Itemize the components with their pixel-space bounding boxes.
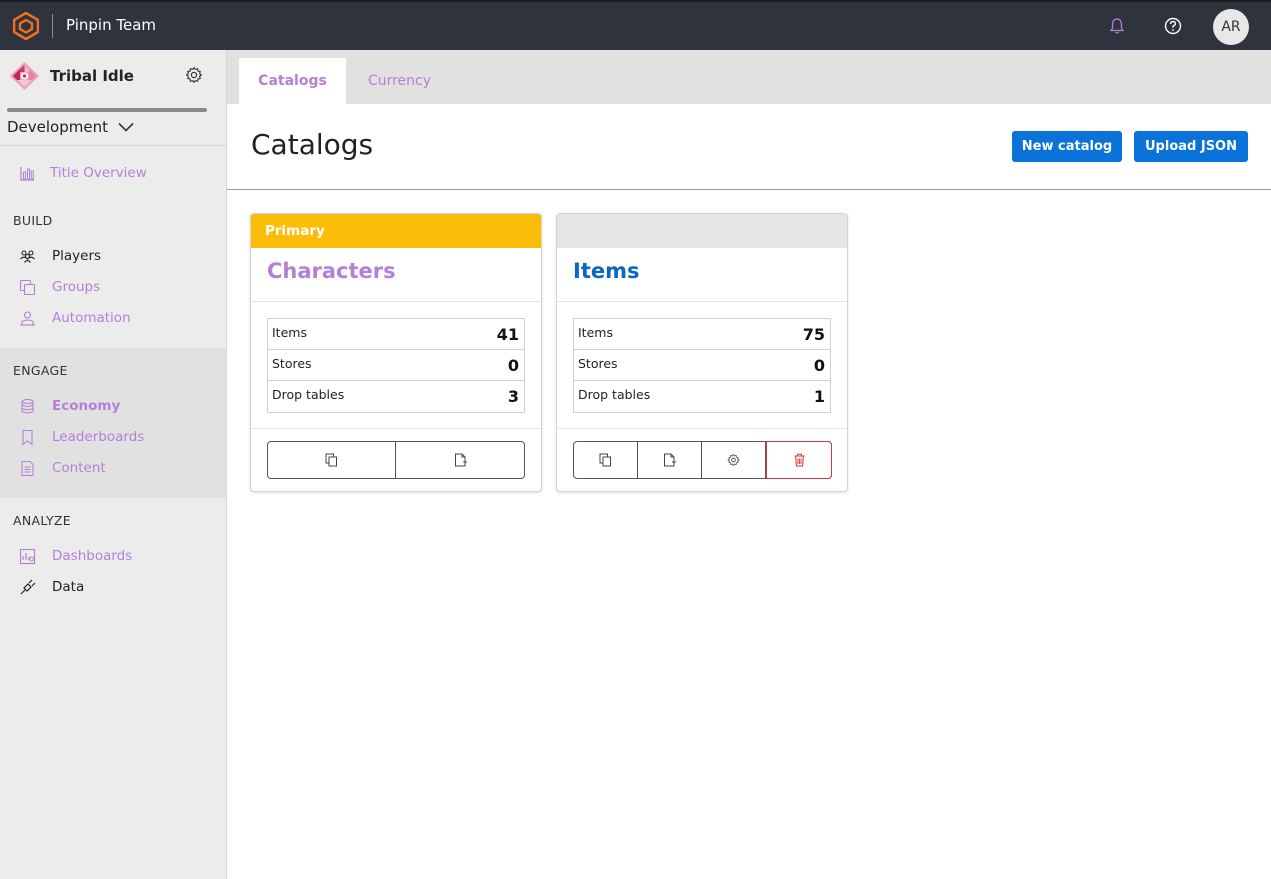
trash-icon bbox=[794, 453, 804, 467]
tab-currency[interactable]: Currency bbox=[346, 58, 453, 104]
sidebar-item-automation[interactable]: Automation bbox=[0, 304, 226, 332]
sidebar-item-label: Leaderboards bbox=[52, 429, 145, 445]
help-icon[interactable] bbox=[1163, 16, 1183, 36]
sidebar-item-label: Groups bbox=[52, 279, 101, 295]
settings-button[interactable] bbox=[702, 442, 766, 478]
stat-value: 0 bbox=[507, 356, 519, 375]
page-title: Catalogs bbox=[251, 128, 374, 161]
sidebar-item-label: Title Overview bbox=[50, 165, 147, 181]
file-export-icon bbox=[454, 453, 467, 467]
database-icon bbox=[21, 398, 34, 414]
card-divider bbox=[251, 428, 541, 429]
copy-button[interactable] bbox=[268, 442, 396, 478]
section-analyze: ANALYZE bbox=[13, 513, 71, 528]
sidebar-item-leaderboards[interactable]: Leaderboards bbox=[0, 423, 226, 451]
stat-row: Stores 0 bbox=[574, 350, 830, 381]
copy-button[interactable] bbox=[574, 442, 638, 478]
file-export-icon bbox=[664, 453, 676, 467]
stat-value: 41 bbox=[496, 325, 519, 344]
copy-icon bbox=[599, 453, 611, 467]
team-name[interactable]: Pinpin Team bbox=[66, 16, 156, 34]
stat-row: Drop tables 3 bbox=[268, 381, 524, 412]
gear-icon bbox=[727, 454, 740, 466]
playfab-logo-icon[interactable] bbox=[13, 12, 39, 40]
bookmark-icon bbox=[22, 429, 33, 446]
game-title: Tribal Idle bbox=[50, 67, 134, 85]
document-icon bbox=[21, 460, 34, 476]
bar-chart-icon bbox=[20, 166, 34, 181]
gear-icon[interactable] bbox=[185, 66, 203, 84]
card-divider bbox=[557, 301, 847, 302]
stat-row: Stores 0 bbox=[268, 350, 524, 381]
sidebar-item-label: Data bbox=[52, 579, 85, 595]
card-actions bbox=[267, 441, 525, 479]
card-divider bbox=[251, 301, 541, 302]
badge-label: Primary bbox=[265, 223, 325, 239]
sidebar-item-label: Content bbox=[52, 460, 106, 476]
topbar-divider bbox=[52, 14, 53, 38]
sidebar-item-groups[interactable]: Groups bbox=[0, 273, 226, 301]
sidebar-divider bbox=[0, 145, 226, 146]
automation-icon bbox=[20, 310, 35, 326]
bell-icon[interactable] bbox=[1108, 17, 1126, 35]
section-engage: ENGAGE bbox=[13, 363, 68, 378]
stat-label: Items bbox=[578, 325, 613, 340]
dashboard-icon bbox=[19, 548, 36, 564]
catalog-card[interactable]: Primary Characters Items 41 Stores 0 Dro… bbox=[250, 213, 542, 492]
new-catalog-button[interactable]: New catalog bbox=[1012, 131, 1122, 162]
export-button[interactable] bbox=[638, 442, 702, 478]
game-logo-icon bbox=[10, 62, 39, 90]
sidebar-item-content[interactable]: Content bbox=[0, 454, 226, 482]
environment-dropdown[interactable]: Development bbox=[7, 118, 134, 136]
sidebar: Tribal Idle Development Title Overview B… bbox=[0, 50, 227, 879]
stat-label: Stores bbox=[272, 356, 312, 371]
card-actions bbox=[573, 441, 832, 479]
stat-value: 3 bbox=[507, 387, 519, 406]
stat-row: Drop tables 1 bbox=[574, 381, 830, 412]
chevron-down-icon bbox=[118, 122, 134, 132]
stat-label: Stores bbox=[578, 356, 618, 371]
upload-json-button[interactable]: Upload JSON bbox=[1134, 131, 1248, 162]
card-divider bbox=[557, 428, 847, 429]
tab-bar: Catalogs Currency bbox=[227, 50, 1271, 104]
sidebar-item-players[interactable]: Players bbox=[0, 242, 226, 270]
sidebar-item-label: Players bbox=[52, 248, 102, 264]
title-underline bbox=[7, 108, 207, 112]
header-divider bbox=[227, 189, 1271, 190]
catalog-name[interactable]: Items bbox=[573, 259, 639, 283]
export-button[interactable] bbox=[396, 442, 524, 478]
groups-icon bbox=[19, 279, 36, 295]
sidebar-item-label: Economy bbox=[52, 398, 121, 414]
catalog-stats: Items 75 Stores 0 Drop tables 1 bbox=[573, 318, 831, 413]
primary-badge: Primary bbox=[251, 214, 541, 248]
sidebar-item-label: Automation bbox=[52, 310, 131, 326]
tab-catalogs[interactable]: Catalogs bbox=[239, 58, 346, 104]
card-header-band bbox=[557, 214, 847, 248]
stat-label: Drop tables bbox=[578, 387, 651, 402]
top-bar: Pinpin Team AR bbox=[0, 0, 1271, 50]
catalog-stats: Items 41 Stores 0 Drop tables 3 bbox=[267, 318, 525, 413]
stat-value: 1 bbox=[813, 387, 825, 406]
sidebar-item-label: Dashboards bbox=[52, 548, 133, 564]
plug-icon bbox=[20, 579, 36, 594]
sidebar-item-data[interactable]: Data bbox=[0, 573, 226, 601]
sidebar-item-dashboards[interactable]: Dashboards bbox=[0, 542, 226, 570]
environment-label: Development bbox=[7, 118, 108, 136]
sidebar-item-economy[interactable]: Economy bbox=[0, 392, 226, 420]
players-icon bbox=[20, 249, 35, 263]
stat-value: 0 bbox=[813, 356, 825, 375]
copy-icon bbox=[325, 453, 337, 467]
catalog-name[interactable]: Characters bbox=[267, 259, 396, 283]
section-build: BUILD bbox=[13, 213, 53, 228]
title-selector[interactable]: Tribal Idle bbox=[0, 50, 226, 110]
sidebar-item-title-overview[interactable]: Title Overview bbox=[0, 159, 226, 187]
user-avatar[interactable]: AR bbox=[1213, 9, 1249, 45]
stat-row: Items 41 bbox=[268, 319, 524, 350]
stat-label: Items bbox=[272, 325, 307, 340]
delete-button[interactable] bbox=[766, 441, 832, 479]
catalog-card[interactable]: Items Items 75 Stores 0 Drop tables 1 bbox=[556, 213, 848, 492]
stat-row: Items 75 bbox=[574, 319, 830, 350]
stat-value: 75 bbox=[802, 325, 825, 344]
stat-label: Drop tables bbox=[272, 387, 345, 402]
